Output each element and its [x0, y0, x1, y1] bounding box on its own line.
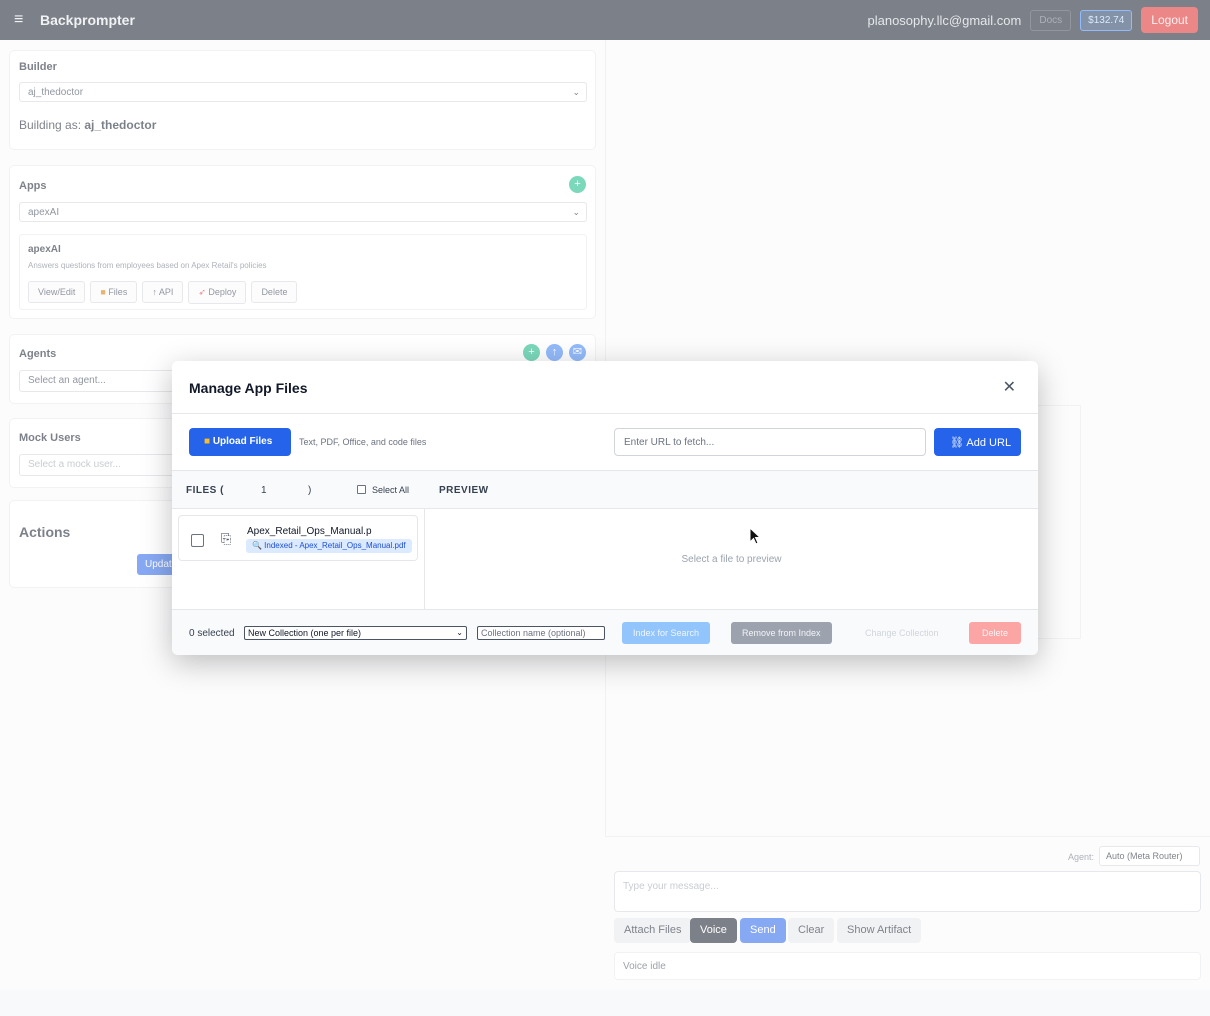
indexed-badge: 🔍 Indexed - Apex_Retail_Ops_Manual.pdf: [246, 539, 412, 553]
delete-files-button[interactable]: Delete: [969, 622, 1021, 644]
selected-count: 0 selected: [189, 628, 235, 639]
file-row[interactable]: ⎘ Apex_Retail_Ops_Manual.p 🔍 Indexed - A…: [178, 515, 418, 561]
preview-empty-text: Select a file to preview: [681, 554, 782, 565]
files-count: 1: [261, 485, 267, 496]
files-header: FILES ( 1 ) Select All: [172, 471, 425, 509]
link-icon: ⛓: [950, 437, 964, 449]
chevron-down-icon: ⌄: [456, 628, 463, 637]
file-name: Apex_Retail_Ops_Manual.p: [247, 526, 372, 537]
add-url-button[interactable]: ⛓ Add URL: [934, 428, 1021, 456]
close-icon[interactable]: ✕: [1003, 377, 1016, 397]
add-url-label: Add URL: [966, 437, 1012, 449]
file-checkbox[interactable]: [191, 534, 204, 547]
select-all-checkbox[interactable]: [357, 485, 366, 494]
modal-toolbar: ■ Upload Files Text, PDF, Office, and co…: [172, 414, 1038, 471]
preview-header: PREVIEW: [425, 471, 1038, 509]
files-close-paren: ): [308, 485, 312, 496]
modal-footer: 0 selected New Collection (one per file)…: [172, 609, 1038, 655]
folder-icon: ■: [204, 436, 211, 447]
mouse-cursor-icon: [749, 527, 761, 545]
preview-label: PREVIEW: [439, 485, 489, 496]
collection-select-value: New Collection (one per file): [248, 628, 362, 638]
index-for-search-button[interactable]: Index for Search: [622, 622, 711, 644]
collection-select[interactable]: New Collection (one per file) ⌄: [244, 626, 467, 640]
preview-pane: PREVIEW Select a file to preview: [425, 471, 1038, 609]
url-input[interactable]: Enter URL to fetch...: [614, 428, 926, 456]
upload-files-button[interactable]: ■ Upload Files: [189, 428, 291, 456]
change-collection-button[interactable]: Change Collection: [854, 622, 950, 644]
remove-from-index-button[interactable]: Remove from Index: [731, 622, 832, 644]
modal-title: Manage App Files: [189, 380, 308, 396]
files-label: FILES (: [186, 485, 224, 496]
paperclip-icon: ⎘: [221, 531, 232, 546]
manage-files-modal: Manage App Files ✕ ■ Upload Files Text, …: [172, 361, 1038, 655]
modal-header: Manage App Files ✕: [172, 361, 1038, 414]
collection-name-input[interactable]: Collection name (optional): [477, 626, 605, 640]
select-all-label: Select All: [372, 485, 410, 495]
files-pane: FILES ( 1 ) Select All ⎘ Apex_Retail_Ops…: [172, 471, 425, 609]
upload-hint: Text, PDF, Office, and code files: [299, 437, 427, 447]
upload-files-label: Upload Files: [212, 436, 273, 447]
